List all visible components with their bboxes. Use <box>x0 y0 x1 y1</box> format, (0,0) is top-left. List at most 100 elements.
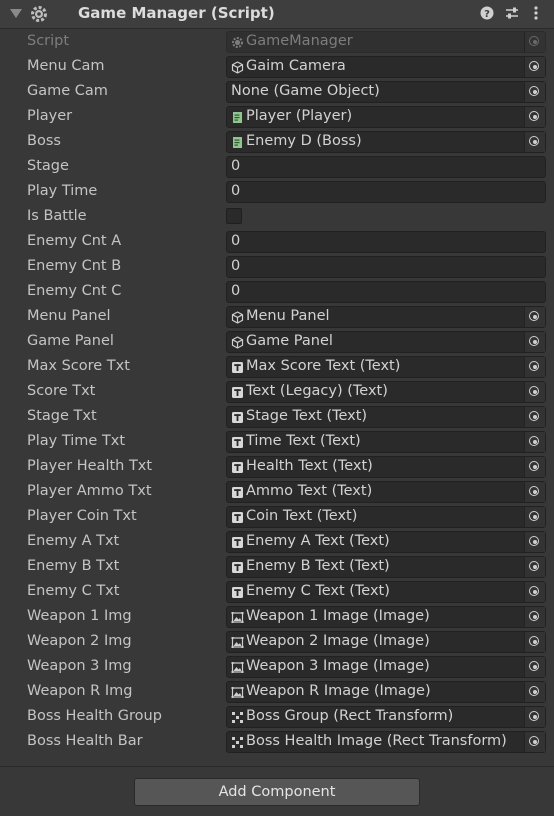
image-icon <box>231 661 244 674</box>
property-row-play-time: Play Time 0 <box>0 180 554 205</box>
object-picker-icon[interactable] <box>524 482 545 502</box>
field-value: Enemy B Text (Text) <box>246 558 390 574</box>
object-field-weapon-2-img[interactable]: Weapon 2 Image (Image) <box>226 631 546 653</box>
object-field-enemy-b-txt[interactable]: Enemy B Text (Text) <box>226 556 546 578</box>
field-value: Ammo Text (Text) <box>246 483 373 499</box>
object-field-enemy-c-txt[interactable]: Enemy C Text (Text) <box>226 581 546 603</box>
object-field-boss[interactable]: Enemy D (Boss) <box>226 131 546 153</box>
object-field-stage-txt[interactable]: Stage Text (Text) <box>226 406 546 428</box>
field-value: None (Game Object) <box>231 83 380 99</box>
rect-transform-icon <box>231 736 244 749</box>
field-value: Enemy A Text (Text) <box>246 533 390 549</box>
field-value: Max Score Text (Text) <box>246 358 401 374</box>
object-field-weapon-r-img[interactable]: Weapon R Image (Image) <box>226 681 546 703</box>
is-battle-checkbox[interactable] <box>226 208 242 224</box>
object-field-enemy-a-txt[interactable]: Enemy A Text (Text) <box>226 531 546 553</box>
property-row-menu-cam: Menu Cam Gaim Camera <box>0 55 554 80</box>
object-picker-icon[interactable] <box>524 507 545 527</box>
number-field-enemy-cnt-a[interactable]: 0 <box>226 231 546 253</box>
object-field-weapon-1-img[interactable]: Weapon 1 Image (Image) <box>226 606 546 628</box>
property-row-enemy-c-txt: Enemy C Txt Enemy C Text (Text) <box>0 580 554 605</box>
object-picker-icon[interactable] <box>524 107 545 127</box>
property-label: Weapon 2 Img <box>27 633 132 649</box>
object-field-play-time-txt[interactable]: Time Text (Text) <box>226 431 546 453</box>
number-field-enemy-cnt-c[interactable]: 0 <box>226 281 546 303</box>
script-asset-icon <box>231 136 244 149</box>
rect-transform-icon <box>231 711 244 724</box>
property-label: Boss <box>27 133 61 149</box>
text-icon <box>231 561 244 574</box>
object-field-menu-cam[interactable]: Gaim Camera <box>226 56 546 78</box>
object-picker-icon[interactable] <box>524 532 545 552</box>
object-field-game-cam[interactable]: None (Game Object) <box>226 81 546 103</box>
object-picker-icon[interactable] <box>524 707 545 727</box>
field-value: 0 <box>231 283 241 299</box>
property-label: Player Coin Txt <box>27 508 137 524</box>
property-label: Score Txt <box>27 383 96 399</box>
property-label: Enemy Cnt C <box>27 283 122 299</box>
svg-text:?: ? <box>484 9 490 20</box>
property-label: Player Ammo Txt <box>27 483 152 499</box>
object-field-player-health-txt[interactable]: Health Text (Text) <box>226 456 546 478</box>
preset-icon[interactable] <box>504 5 520 21</box>
text-icon <box>231 486 244 499</box>
component-header[interactable]: Game Manager (Script) ? <box>0 0 554 29</box>
property-label: Boss Health Bar <box>27 733 143 749</box>
object-field-player-ammo-txt[interactable]: Ammo Text (Text) <box>226 481 546 503</box>
add-component-button[interactable]: Add Component <box>134 778 420 806</box>
property-label: Enemy Cnt B <box>27 258 122 274</box>
object-field-max-score-txt[interactable]: Max Score Text (Text) <box>226 356 546 378</box>
object-picker-icon[interactable] <box>524 557 545 577</box>
object-picker-icon[interactable] <box>524 407 545 427</box>
object-picker-icon[interactable] <box>524 457 545 477</box>
field-value: Coin Text (Text) <box>246 508 358 524</box>
number-field-play-time[interactable]: 0 <box>226 181 546 203</box>
object-picker-icon[interactable] <box>524 307 545 327</box>
object-picker-icon[interactable] <box>524 82 545 102</box>
object-picker-icon[interactable] <box>524 357 545 377</box>
object-field-player-coin-txt[interactable]: Coin Text (Text) <box>226 506 546 528</box>
object-field-menu-panel[interactable]: Menu Panel <box>226 306 546 328</box>
script-gear-icon <box>31 6 47 22</box>
field-value: Enemy C Text (Text) <box>246 583 390 599</box>
foldout-arrow-icon[interactable] <box>10 9 22 18</box>
object-field-boss-health-bar[interactable]: Boss Health Image (Rect Transform) <box>226 731 546 753</box>
property-row-menu-panel: Menu Panel Menu Panel <box>0 305 554 330</box>
more-icon[interactable] <box>528 5 544 21</box>
field-value: Time Text (Text) <box>246 433 361 449</box>
property-label: Weapon R Img <box>27 683 133 699</box>
property-label: Is Battle <box>27 208 87 224</box>
object-picker-icon[interactable] <box>524 632 545 652</box>
object-field-boss-health-group[interactable]: Boss Group (Rect Transform) <box>226 706 546 728</box>
object-picker-icon[interactable] <box>524 432 545 452</box>
object-picker-icon[interactable] <box>524 382 545 402</box>
property-row-script: Script GameManager <box>0 30 554 55</box>
object-picker-icon[interactable] <box>524 657 545 677</box>
field-value: Player (Player) <box>246 108 353 124</box>
help-icon[interactable]: ? <box>479 5 495 21</box>
object-picker-icon[interactable] <box>524 732 545 752</box>
number-field-enemy-cnt-b[interactable]: 0 <box>226 256 546 278</box>
object-picker-icon[interactable] <box>524 132 545 152</box>
number-field-stage[interactable]: 0 <box>226 156 546 178</box>
property-label: Player <box>27 108 73 124</box>
object-picker-icon[interactable] <box>524 607 545 627</box>
object-picker-icon[interactable] <box>524 332 545 352</box>
object-field-player[interactable]: Player (Player) <box>226 106 546 128</box>
field-value: Boss Group (Rect Transform) <box>246 708 454 724</box>
property-row-player-health-txt: Player Health Txt Health Text (Text) <box>0 455 554 480</box>
property-row-score-txt: Score Txt Text (Legacy) (Text) <box>0 380 554 405</box>
text-icon <box>231 461 244 474</box>
object-picker-icon[interactable] <box>524 682 545 702</box>
property-label: Max Score Txt <box>27 358 130 374</box>
text-icon <box>231 586 244 599</box>
object-picker-icon[interactable] <box>524 57 545 77</box>
field-value: 0 <box>231 233 241 249</box>
field-value: Weapon 1 Image (Image) <box>246 608 430 624</box>
field-value: Weapon R Image (Image) <box>246 683 431 699</box>
object-field-game-panel[interactable]: Game Panel <box>226 331 546 353</box>
object-field-score-txt[interactable]: Text (Legacy) (Text) <box>226 381 546 403</box>
property-row-boss-health-bar: Boss Health Bar Boss Health Image (Rect T… <box>0 730 554 755</box>
object-picker-icon[interactable] <box>524 582 545 602</box>
object-field-weapon-3-img[interactable]: Weapon 3 Image (Image) <box>226 656 546 678</box>
